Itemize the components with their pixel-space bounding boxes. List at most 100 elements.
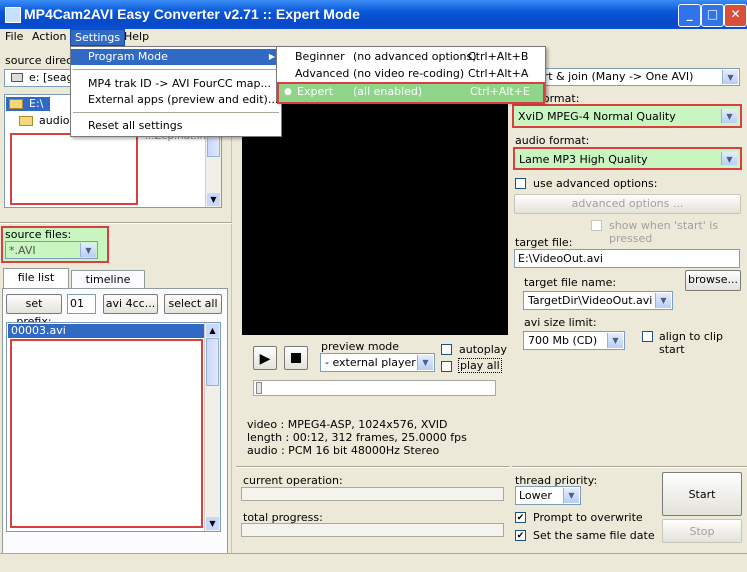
advanced-menu-item[interactable]: Advanced (no video re-coding) Ctrl+Alt+A <box>277 66 545 82</box>
status-bar <box>0 553 747 572</box>
prompt-overwrite-label: Prompt to overwrite <box>533 511 643 524</box>
title-bar: MP4Cam2AVI Easy Converter v2.71 :: Exper… <box>0 0 747 29</box>
start-button[interactable]: Start <box>662 472 742 516</box>
current-operation-progress <box>241 487 504 501</box>
preview-mode-label: preview mode <box>321 340 400 353</box>
play-all-label: play all <box>458 358 502 373</box>
play-all-checkbox[interactable] <box>441 361 452 372</box>
bullet-icon: ● <box>284 87 292 97</box>
menu-separator <box>73 112 279 113</box>
prompt-overwrite-checkbox[interactable]: ✔ <box>515 512 526 523</box>
preview-mode-select[interactable]: - external player - ▼ <box>320 353 435 372</box>
avi-size-select[interactable]: 700 Mb (CD) ▼ <box>523 331 625 350</box>
browse-button[interactable]: browse... <box>685 270 741 291</box>
set-prefix-button[interactable]: set prefix: <box>6 294 62 328</box>
info-audio: audio : PCM 16 bit 48000Hz Stereo <box>247 444 440 457</box>
app-icon <box>5 7 21 23</box>
list-item[interactable]: 00003.avi <box>8 324 204 338</box>
align-clip-label: align to clip start <box>659 330 723 356</box>
trak-id-menu-item[interactable]: MP4 trak ID -> AVI FourCC map... <box>71 76 281 92</box>
tree-item-audio[interactable]: audio <box>39 114 69 127</box>
video-format-value: XviD MPEG-4 Normal Quality <box>518 110 676 123</box>
chevron-down-icon[interactable]: ▼ <box>722 70 738 84</box>
video-format-select[interactable]: XviD MPEG-4 Normal Quality ▼ <box>512 104 742 128</box>
info-video: video : MPEG4-ASP, 1024x576, XVID <box>247 418 448 431</box>
seek-slider[interactable] <box>253 380 496 396</box>
target-file-input[interactable]: E:\VideoOut.avi <box>514 249 740 268</box>
chevron-down-icon[interactable]: ▼ <box>417 355 433 370</box>
target-file-value: E:\VideoOut.avi <box>518 252 603 265</box>
file-list-scrollbar[interactable]: ▲ ▼ <box>204 323 220 531</box>
thread-priority-value: Lower <box>519 489 552 502</box>
chevron-down-icon[interactable]: ▼ <box>721 109 737 123</box>
chevron-down-icon[interactable]: ▼ <box>721 152 737 165</box>
use-advanced-label: use advanced options: <box>533 177 658 190</box>
menu-help[interactable]: Help <box>124 30 149 43</box>
external-apps-menu-item[interactable]: External apps (preview and edit)... <box>71 92 281 108</box>
thread-priority-select[interactable]: Lower ▼ <box>515 486 581 505</box>
minimize-button[interactable]: _ <box>678 4 701 27</box>
reset-settings-menu-item[interactable]: Reset all settings <box>71 118 281 134</box>
same-file-date-label: Set the same file date <box>533 529 655 542</box>
divider <box>512 466 747 468</box>
scroll-thumb[interactable] <box>206 338 219 386</box>
target-file-name-select[interactable]: TargetDir\VideoOut.avi ▼ <box>523 291 673 310</box>
seek-thumb[interactable] <box>256 382 262 394</box>
select-all-button[interactable]: select all <box>164 294 222 314</box>
expert-menu-item[interactable]: ● Expert (all enabled) Ctrl+Alt+E <box>277 82 545 104</box>
source-files-value: *.AVI <box>9 244 36 257</box>
chevron-down-icon[interactable]: ▼ <box>563 488 579 503</box>
use-advanced-checkbox[interactable] <box>515 178 526 189</box>
source-files-select[interactable]: *.AVI ▼ <box>5 241 98 259</box>
total-progress-bar <box>241 523 504 537</box>
file-item-label: 00003.avi <box>11 324 66 337</box>
scroll-up-icon[interactable]: ▲ <box>206 324 219 337</box>
file-list[interactable]: 00003.avi ▲ ▼ <box>6 322 221 532</box>
scroll-down-icon[interactable]: ▼ <box>206 517 219 530</box>
tab-file-list[interactable]: file list mode <box>3 268 69 302</box>
advanced-options-button[interactable]: advanced options ... <box>514 194 741 214</box>
align-clip-checkbox[interactable] <box>642 331 653 342</box>
audio-format-label: audio format: <box>515 134 590 147</box>
current-operation-label: current operation: <box>243 474 343 487</box>
tab-timeline[interactable]: timeline mode <box>71 270 145 304</box>
avi-4cc-button[interactable]: avi 4cc... <box>103 294 158 314</box>
show-when-start-checkbox[interactable] <box>591 220 602 231</box>
autoplay-label: autoplay <box>459 343 508 356</box>
menu-file[interactable]: File <box>5 30 23 43</box>
play-button[interactable]: ▶ <box>253 346 277 370</box>
show-when-start-label: show when 'start' is pressed <box>609 219 719 245</box>
divider <box>236 466 510 468</box>
folder-icon <box>9 99 23 109</box>
audio-format-select[interactable]: Lame MP3 High Quality ▼ <box>513 147 742 170</box>
menu-separator <box>73 69 279 70</box>
scroll-down-icon[interactable]: ▼ <box>207 193 220 206</box>
folder-icon <box>19 116 33 126</box>
chevron-down-icon[interactable]: ▼ <box>655 293 671 308</box>
chevron-down-icon[interactable]: ▼ <box>80 243 96 257</box>
stop-preview-button[interactable] <box>284 346 308 370</box>
program-mode-submenu: Beginner (no advanced options) Ctrl+Alt+… <box>276 46 546 104</box>
autoplay-checkbox[interactable] <box>441 344 452 355</box>
info-length: length : 00:12, 312 frames, 25.0000 fps <box>247 431 467 444</box>
target-file-name-label: target file name: <box>524 276 617 289</box>
menu-action[interactable]: Action <box>32 30 66 43</box>
prefix-value: 01 <box>70 297 84 310</box>
preview-mode-value: - external player - <box>325 356 424 369</box>
avi-size-limit-label: avi size limit: <box>524 316 597 329</box>
menu-settings[interactable]: Settings <box>70 29 126 46</box>
stop-button[interactable]: Stop <box>662 519 742 543</box>
target-file-name-value: TargetDir\VideoOut.avi <box>528 294 653 307</box>
beginner-menu-item[interactable]: Beginner (no advanced options) Ctrl+Alt+… <box>277 49 545 65</box>
prefix-input[interactable]: 01 <box>67 294 96 314</box>
drive-icon <box>11 73 23 82</box>
mode-select[interactable]: art & join (Many -> One AVI) ▼ <box>514 68 740 86</box>
program-mode-menu-item[interactable]: Program Mode ▶ <box>71 49 281 65</box>
same-file-date-checkbox[interactable]: ✔ <box>515 530 526 541</box>
mode-value: art & join (Many -> One AVI) <box>537 70 694 83</box>
divider <box>0 222 232 224</box>
tree-root-label: E:\ <box>29 97 44 110</box>
chevron-down-icon[interactable]: ▼ <box>607 333 623 348</box>
maximize-button[interactable]: □ <box>701 4 724 27</box>
close-button[interactable]: ✕ <box>724 4 747 27</box>
